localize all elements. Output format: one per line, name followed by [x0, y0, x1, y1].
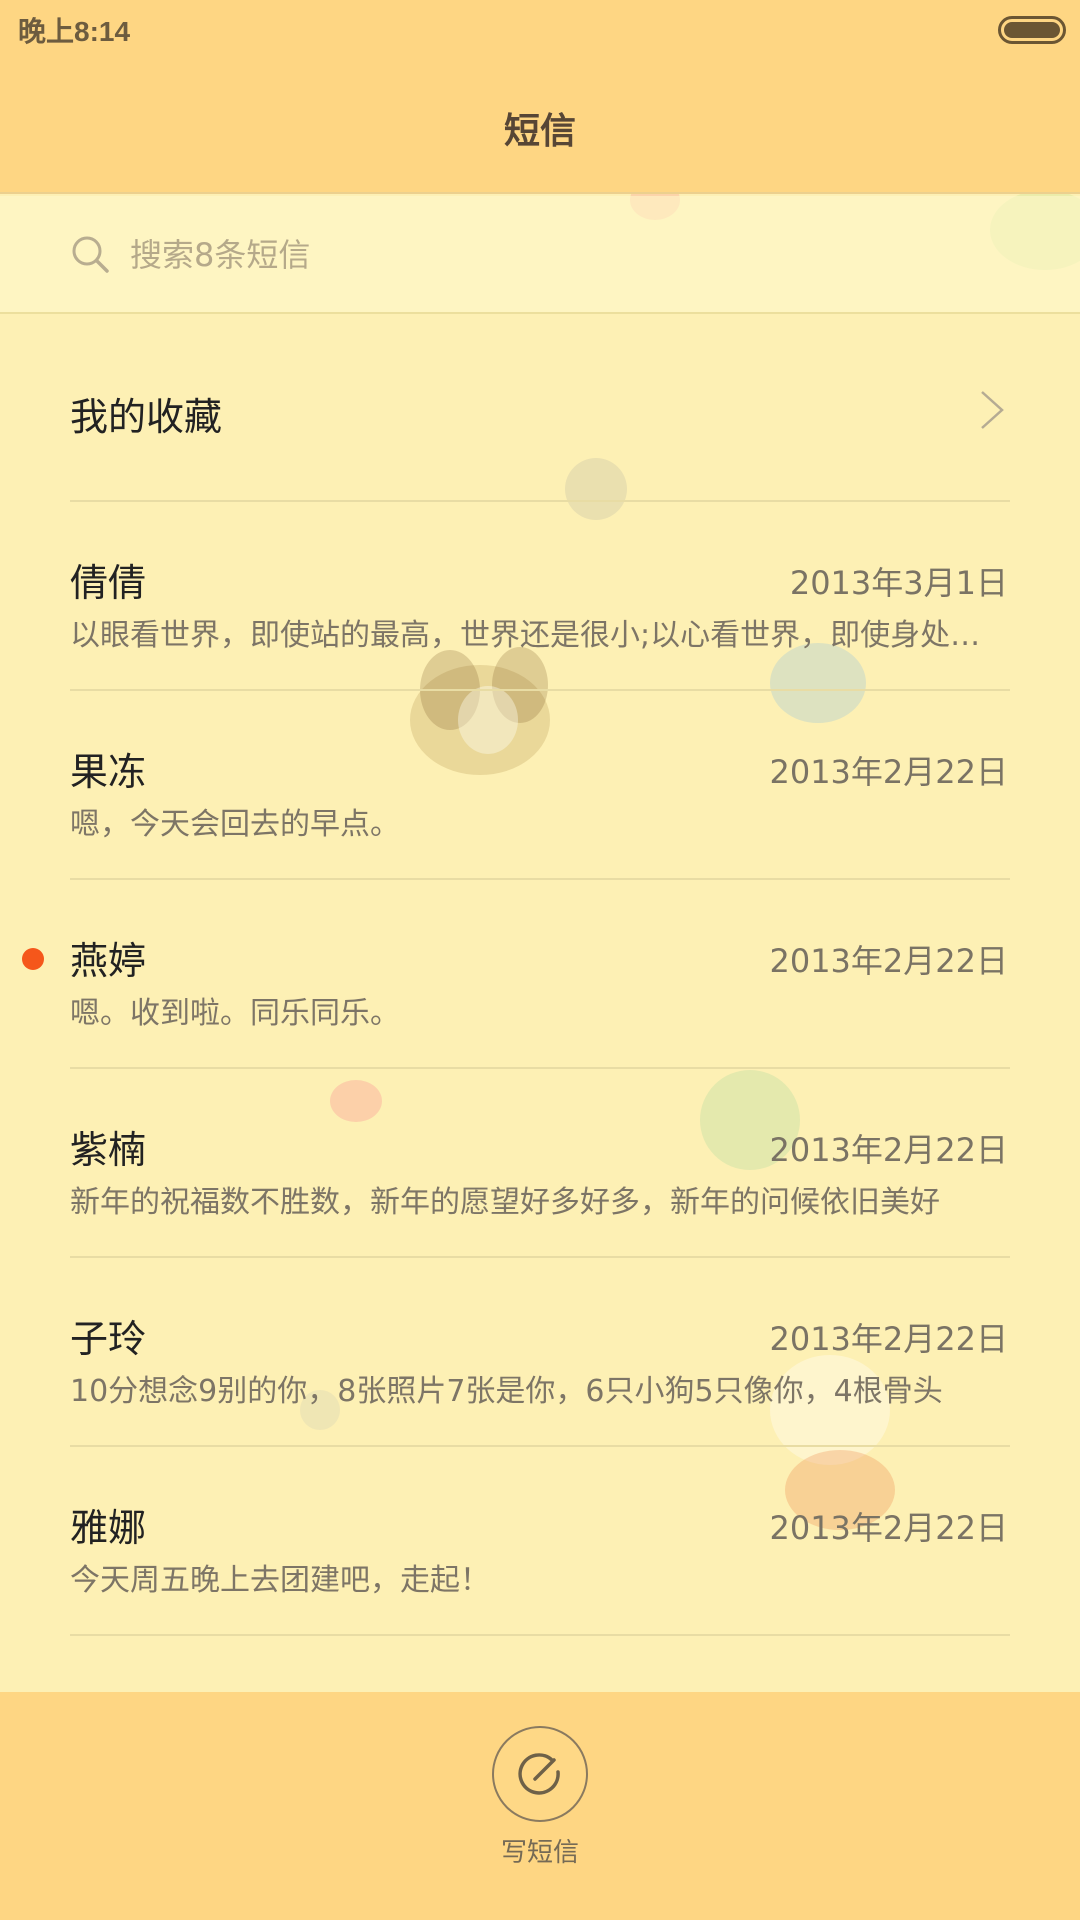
- conversation-item[interactable]: 雅娜 2013年2月22日 今天周五晚上去团建吧，走起！: [70, 1447, 1010, 1636]
- search-input[interactable]: [130, 230, 930, 280]
- message-preview: 今天周五晚上去团建吧，走起！: [70, 1563, 490, 1598]
- favorites-label: 我的收藏: [70, 395, 223, 439]
- message-date: 2013年2月22日: [769, 942, 1008, 980]
- message-date: 2013年2月22日: [769, 1509, 1008, 1547]
- page-title: 短信: [503, 111, 576, 152]
- battery-icon: [998, 16, 1066, 44]
- conversation-item[interactable]: 紫楠 2013年2月22日 新年的祝福数不胜数，新年的愿望好多好多，新年的问候依…: [70, 1069, 1010, 1258]
- contact-name: 子玲: [70, 1317, 147, 1361]
- contact-name: 雅娜: [70, 1506, 147, 1550]
- message-preview: 嗯，今天会回去的早点。: [70, 807, 400, 842]
- bottom-bar: 写短信: [0, 1692, 1080, 1920]
- contact-name: 果冻: [70, 750, 147, 794]
- message-preview: 嗯。收到啦。同乐同乐。: [70, 996, 400, 1031]
- search-icon: [72, 236, 109, 273]
- conversation-item[interactable]: 倩倩 2013年3月1日 以眼看世界，即使站的最高，世界还是很小;以心看世界，即…: [70, 502, 1010, 691]
- compose-icon: [518, 1753, 560, 1795]
- unread-dot: [22, 948, 44, 970]
- contact-name: 倩倩: [70, 561, 147, 605]
- conversation-item[interactable]: 果冻 2013年2月22日 嗯，今天会回去的早点。: [70, 691, 1010, 880]
- favorites-row[interactable]: 我的收藏: [70, 316, 1010, 502]
- compose-button[interactable]: [492, 1726, 588, 1822]
- message-date: 2013年3月1日: [789, 564, 1008, 602]
- compose-label: 写短信: [500, 1838, 579, 1868]
- contact-name: 紫楠: [70, 1128, 147, 1172]
- conversation-list: 倩倩 2013年3月1日 以眼看世界，即使站的最高，世界还是很小;以心看世界，即…: [0, 502, 1080, 1636]
- message-date: 2013年2月22日: [769, 1320, 1008, 1358]
- conversation-item[interactable]: 燕婷 2013年2月22日 嗯。收到啦。同乐同乐。: [22, 880, 1010, 1069]
- conversation-item[interactable]: 子玲 2013年2月22日 10分想念9别的你，8张照片7张是你，6只小狗5只像…: [70, 1258, 1010, 1447]
- contact-name: 燕婷: [70, 939, 147, 983]
- message-date: 2013年2月22日: [769, 1131, 1008, 1169]
- message-date: 2013年2月22日: [769, 753, 1008, 791]
- app-header: 晚上8:14 短信: [0, 0, 1080, 194]
- chevron-right-icon: [981, 391, 1004, 429]
- status-time: 晚上8:14: [18, 16, 131, 47]
- message-preview: 新年的祝福数不胜数，新年的愿望好多好多，新年的问候依旧美好: [70, 1185, 940, 1220]
- message-preview: 以眼看世界，即使站的最高，世界还是很小;以心看世界，即使身处最低处，世界也是很大: [70, 618, 1010, 653]
- message-preview: 10分想念9别的你，8张照片7张是你，6只小狗5只像你，4根骨头: [70, 1374, 943, 1409]
- search-bar[interactable]: [0, 196, 1080, 314]
